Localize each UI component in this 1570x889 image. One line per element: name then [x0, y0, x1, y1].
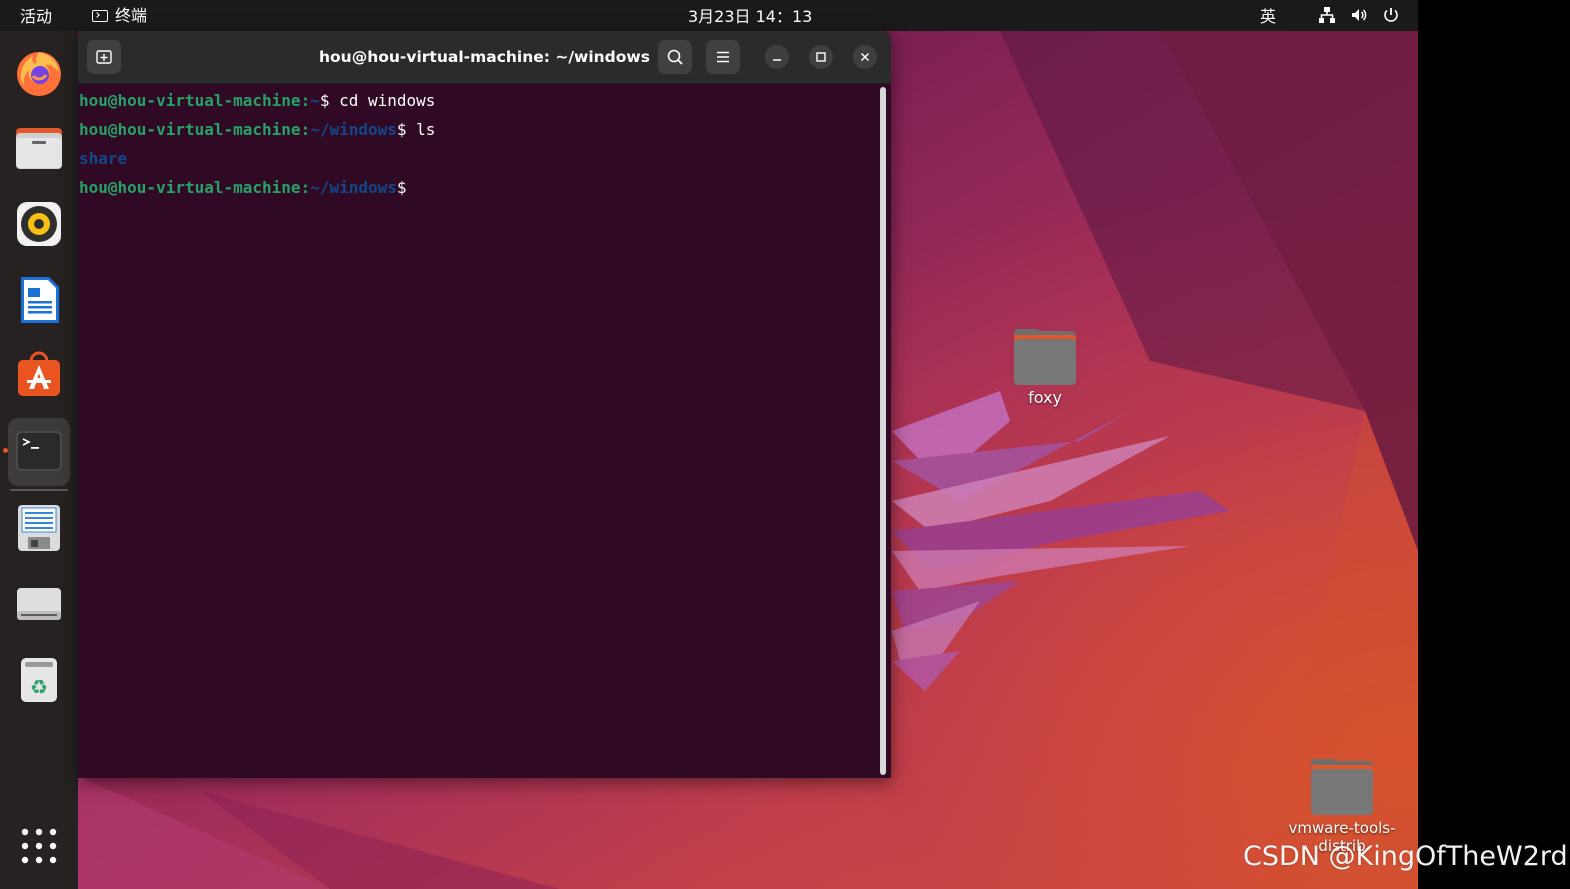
prompt-path: ~	[310, 91, 320, 110]
files-icon	[16, 128, 62, 169]
desktop-folder-foxy[interactable]: foxy	[990, 329, 1100, 407]
running-indicator	[3, 448, 8, 453]
folder-icon	[1014, 329, 1076, 385]
dock-document-mount[interactable]	[8, 497, 70, 559]
prompt-path: ~/windows	[310, 120, 397, 139]
hamburger-icon	[717, 51, 729, 63]
prompt-user: hou@hou-virtual-machine	[79, 120, 301, 139]
prompt-path: ~/windows	[310, 178, 397, 197]
app-menu-label: 终端	[115, 6, 148, 25]
prompt-symbol: $	[396, 120, 417, 139]
svg-text:♻: ♻	[30, 675, 48, 699]
prompt-colon: :	[300, 120, 311, 139]
clock[interactable]: 3月23日 14：13	[688, 0, 812, 31]
search-button[interactable]	[658, 40, 692, 74]
close-icon	[860, 52, 870, 62]
volume-icon	[1350, 6, 1368, 24]
app-menu-button[interactable]: 终端	[92, 0, 147, 31]
floppy-document-icon	[18, 505, 60, 551]
network-icon	[1318, 6, 1336, 24]
activities-button[interactable]: 活动	[20, 0, 52, 31]
prompt-symbol: $	[319, 91, 340, 110]
maximize-icon	[816, 52, 826, 62]
ls-output-directory: share	[79, 149, 128, 168]
power-icon	[1382, 6, 1400, 24]
minimize-button[interactable]	[765, 45, 789, 69]
terminal-line: hou@hou-virtual-machine:~$ cd windows	[79, 86, 879, 115]
dock-separator	[10, 489, 68, 491]
app-center-icon	[18, 351, 60, 396]
trash-icon: ♻	[21, 658, 57, 702]
terminal-output[interactable]: hou@hou-virtual-machine:~$ cd windows ho…	[78, 86, 879, 776]
terminal-window[interactable]: hou@hou-virtual-machine: ~/windows hou@h…	[78, 31, 891, 778]
input-method-indicator[interactable]: 英	[1260, 0, 1276, 31]
firefox-icon	[17, 52, 61, 96]
show-apps-button[interactable]	[8, 815, 70, 877]
scrollbar[interactable]	[880, 87, 886, 775]
top-bar: 活动 终端 3月23日 14：13 英	[0, 0, 1418, 31]
new-tab-button[interactable]	[87, 40, 121, 74]
dock-rhythmbox[interactable]	[8, 193, 70, 255]
new-tab-icon	[96, 50, 112, 64]
terminal-line: share	[79, 144, 879, 173]
dock-terminal[interactable]	[8, 418, 70, 486]
close-button[interactable]	[853, 45, 877, 69]
terminal-headerbar[interactable]: hou@hou-virtual-machine: ~/windows	[78, 31, 891, 84]
dock-firefox[interactable]	[8, 41, 70, 103]
maximize-button[interactable]	[809, 45, 833, 69]
dock-drive[interactable]	[8, 573, 70, 635]
terminal-line: hou@hou-virtual-machine:~/windows$	[79, 173, 879, 202]
system-status-area[interactable]	[1318, 6, 1400, 24]
apps-grid-icon	[21, 828, 57, 864]
watermark: CSDN @KingOfTheW2rd	[1243, 841, 1568, 872]
terminal-icon	[92, 9, 108, 22]
drive-icon	[17, 588, 61, 620]
rhythmbox-icon	[17, 202, 61, 246]
terminal-line: hou@hou-virtual-machine:~/windows$ ls	[79, 115, 879, 144]
menu-button[interactable]	[706, 40, 740, 74]
prompt-user: hou@hou-virtual-machine	[79, 178, 301, 197]
desktop-icon-label: foxy	[1028, 388, 1062, 407]
dock-app-center[interactable]	[8, 343, 70, 405]
dock-files[interactable]	[8, 117, 70, 179]
search-icon	[667, 49, 683, 65]
writer-icon	[21, 277, 59, 323]
window-title: hou@hou-virtual-machine: ~/windows	[319, 48, 650, 66]
dock-trash[interactable]: ♻	[8, 649, 70, 711]
prompt-colon: :	[300, 178, 311, 197]
prompt-colon: :	[300, 91, 311, 110]
dock: ♻	[0, 31, 78, 889]
dock-libreoffice-writer[interactable]	[8, 269, 70, 331]
folder-icon	[1311, 759, 1373, 815]
terminal-icon	[16, 431, 62, 471]
prompt-user: hou@hou-virtual-machine	[79, 91, 301, 110]
command-text: cd windows	[339, 91, 436, 110]
prompt-symbol: $	[396, 178, 407, 197]
command-text: ls	[416, 120, 436, 139]
minimize-icon	[773, 59, 781, 61]
